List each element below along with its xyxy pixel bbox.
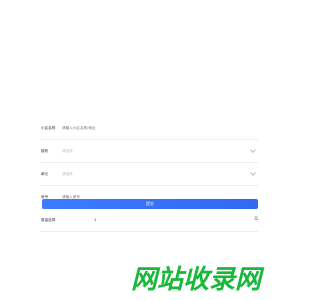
building-select[interactable]: 请选择 — [62, 149, 258, 154]
building-label: 楼栋 — [41, 148, 49, 153]
watermark-logo: 网站收录网 — [131, 265, 265, 295]
watermark-text: 网站收录网 — [131, 265, 265, 295]
community-input[interactable] — [62, 126, 258, 130]
quantity-row: 数量选择 1 ⧉ — [40, 209, 258, 232]
quantity-value[interactable]: 1 — [94, 218, 96, 222]
building-row[interactable]: 楼栋 请选择 — [40, 140, 258, 163]
unit-label: 单元 — [41, 171, 49, 176]
unit-select[interactable]: 请选择 — [62, 172, 258, 177]
counter-icon[interactable]: ⧉ — [254, 217, 258, 222]
quantity-label: 数量选择 — [41, 217, 56, 222]
submit-button[interactable]: 提交 — [42, 199, 258, 209]
address-form: 小区名称 楼栋 请选择 单元 请选择 房号 数量选择 1 ⧉ — [40, 117, 258, 232]
community-row: 小区名称 — [40, 117, 258, 140]
unit-row[interactable]: 单元 请选择 — [40, 163, 258, 186]
community-label: 小区名称 — [41, 125, 56, 130]
